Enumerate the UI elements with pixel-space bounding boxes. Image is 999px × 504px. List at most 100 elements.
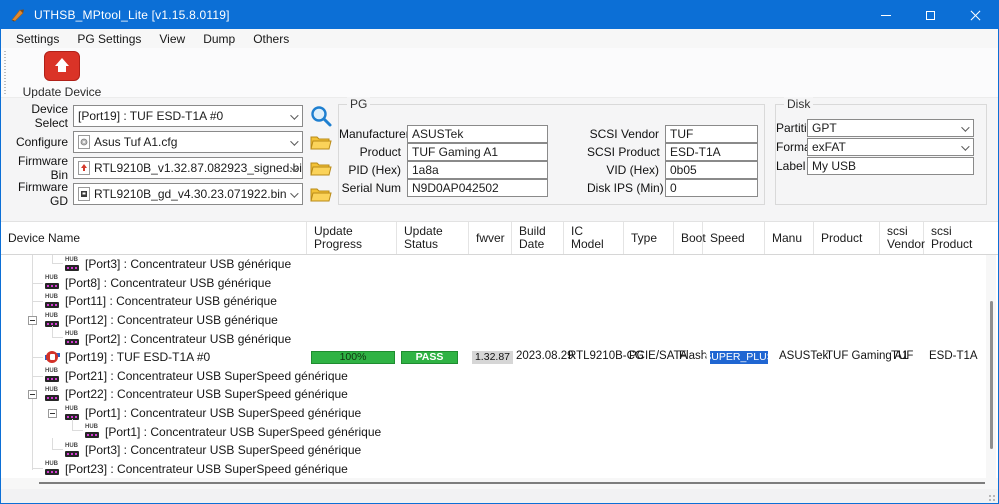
firmware-gd-combobox[interactable]: RTL9210B_gd_v4.30.23.071922.bin [73, 183, 303, 205]
menu-settings[interactable]: Settings [7, 30, 68, 48]
serial-num-field[interactable]: N9D0AP042502 [407, 179, 548, 197]
table-header: Device Name Update Progress Update Statu… [1, 222, 998, 255]
minimize-button[interactable] [863, 1, 908, 29]
product-label: Product [339, 145, 407, 159]
tree-row-port8[interactable]: HUB [Port8] : Concentrateur USB génériqu… [1, 274, 998, 293]
tree-row-port22[interactable]: HUB [Port22] : Concentrateur USB SuperSp… [1, 385, 998, 404]
tree-row-port1-child[interactable]: HUB [Port1] : Concentrateur USB SuperSpe… [1, 422, 998, 441]
scan-devices-button[interactable] [308, 104, 334, 128]
collapse-expander-icon[interactable] [48, 409, 57, 418]
tree-row-port23[interactable]: HUB [Port23] : Concentrateur USB SuperSp… [1, 460, 998, 479]
update-progress-bar: 100% [311, 351, 395, 364]
config-panel: Device Select [Port19] : TUF ESD-T1A #0 … [1, 98, 998, 221]
firmware-bin-row: Firmware Bin RTL9210B_v1.32.87.082923_si… [7, 157, 334, 179]
disk-ips-value: 0 [670, 181, 677, 195]
pid-hex-field[interactable]: 1a8a [407, 161, 548, 179]
menu-dump[interactable]: Dump [194, 30, 244, 48]
tree-row-port21[interactable]: HUB [Port21] : Concentrateur USB SuperSp… [1, 367, 998, 386]
col-scsi-vendor[interactable]: scsi Vendor [880, 222, 924, 254]
format-combobox[interactable]: exFAT [807, 138, 974, 156]
close-button[interactable] [953, 1, 998, 29]
configure-row: Configure Asus Tuf A1.cfg [7, 131, 334, 153]
usb-hub-icon: HUB [85, 425, 100, 438]
usb-hub-icon: HUB [45, 369, 60, 382]
horizontal-scrollbar[interactable] [1, 478, 998, 489]
browse-firmware-gd-button[interactable] [308, 182, 334, 206]
label-field[interactable]: My USB [807, 157, 974, 175]
device-select-combobox[interactable]: [Port19] : TUF ESD-T1A #0 [73, 105, 303, 127]
label-label: Label [776, 159, 807, 173]
tree-row-port3[interactable]: HUB [Port3] : Concentrateur USB génériqu… [1, 255, 998, 274]
usb-device-icon [45, 350, 60, 364]
col-manu[interactable]: Manu [765, 222, 814, 254]
title-bar: UTHSB_MPtool_Lite [v1.15.8.0119] [1, 1, 998, 29]
manufacturer-field[interactable]: ASUSTek [407, 125, 548, 143]
configure-combobox[interactable]: Asus Tuf A1.cfg [73, 131, 303, 153]
scsi-vendor-label: SCSI Vendor [587, 127, 665, 141]
chevron-down-icon [290, 111, 298, 119]
collapse-expander-icon[interactable] [28, 390, 37, 399]
toolbar-grip[interactable] [4, 51, 6, 94]
product-field[interactable]: TUF Gaming A1 [407, 143, 548, 161]
col-product[interactable]: Product [814, 222, 880, 254]
col-update-status[interactable]: Update Status [397, 222, 469, 254]
col-build-date[interactable]: Build Date [512, 222, 564, 254]
collapse-expander-icon[interactable] [28, 316, 37, 325]
app-window: UTHSB_MPtool_Lite [v1.15.8.0119] Setting… [0, 0, 999, 504]
tree-tick [32, 283, 43, 284]
col-type[interactable]: Type [624, 222, 674, 254]
firmware-bin-combobox[interactable]: RTL9210B_v1.32.87.082923_signed.bin [73, 157, 303, 179]
col-speed[interactable]: Speed [703, 222, 765, 254]
resize-grip-icon[interactable] [988, 494, 996, 502]
folder-icon [310, 133, 332, 151]
chevron-down-icon [961, 123, 969, 131]
vertical-scrollbar-thumb[interactable] [990, 301, 993, 449]
col-ic-model[interactable]: IC Model [564, 222, 624, 254]
update-status-badge: PASS [401, 351, 458, 364]
tree-row-port3-ss[interactable]: HUB [Port3] : Concentrateur USB SuperSpe… [1, 441, 998, 460]
partition-label: Partition [776, 121, 807, 135]
disk-ips-field[interactable]: 0 [665, 179, 758, 197]
scsi-product-field[interactable]: ESD-T1A [665, 143, 758, 161]
scsi-product-value: ESD-T1A [670, 145, 721, 159]
vid-hex-field[interactable]: 0b05 [665, 161, 758, 179]
menu-pg-settings[interactable]: PG Settings [68, 30, 150, 48]
firmware-bin-value: RTL9210B_v1.32.87.082923_signed.bin [94, 161, 303, 175]
partition-combobox[interactable]: GPT [807, 119, 974, 137]
update-device-button[interactable]: Update Device [11, 49, 113, 97]
configure-value: Asus Tuf A1.cfg [94, 135, 177, 149]
tree-row-port2[interactable]: HUB [Port2] : Concentrateur USB génériqu… [1, 329, 998, 348]
scsi-vendor-cell: TUF [891, 350, 913, 362]
col-scsi-product[interactable]: scsi Product [924, 222, 988, 254]
col-device-name[interactable]: Device Name [1, 222, 307, 254]
chevron-down-icon [961, 142, 969, 150]
scsi-product-label: SCSI Product [587, 145, 665, 159]
col-boot[interactable]: Boot [674, 222, 703, 254]
status-bar [1, 489, 998, 504]
disk-groupbox: Disk Partition GPT Format exFAT Label My… [775, 104, 987, 205]
close-icon [970, 10, 981, 21]
scsi-vendor-field[interactable]: TUF [665, 125, 758, 143]
browse-firmware-bin-button[interactable] [308, 156, 334, 180]
horizontal-scrollbar-thumb[interactable] [39, 482, 985, 484]
vertical-scrollbar[interactable] [986, 255, 996, 479]
tree-row-port19-device[interactable]: [Port19] : TUF ESD-T1A #0 100% PASS 1.32… [1, 348, 998, 367]
maximize-icon [926, 11, 935, 20]
menu-others[interactable]: Others [244, 30, 298, 48]
tree-row-port11[interactable]: HUB [Port11] : Concentrateur USB génériq… [1, 292, 998, 311]
maximize-button[interactable] [908, 1, 953, 29]
tree-row-port12[interactable]: HUB [Port12] : Concentrateur USB génériq… [1, 311, 998, 330]
menu-view[interactable]: View [150, 30, 194, 48]
menu-bar: Settings PG Settings View Dump Others [1, 29, 998, 48]
manufacturer-label: Manufacturer [339, 127, 407, 141]
col-update-progress[interactable]: Update Progress [307, 222, 397, 254]
usb-hub-icon: HUB [65, 258, 80, 271]
tree-row-port1[interactable]: HUB [Port1] : Concentrateur USB SuperSpe… [1, 404, 998, 423]
scsi-product-cell: ESD-T1A [929, 350, 978, 362]
col-fwver[interactable]: fwver [469, 222, 512, 254]
format-label: Format [776, 140, 807, 154]
minimize-icon [881, 15, 891, 16]
browse-config-button[interactable] [308, 130, 334, 154]
tree-elbow [32, 457, 43, 469]
folder-icon [310, 185, 332, 203]
